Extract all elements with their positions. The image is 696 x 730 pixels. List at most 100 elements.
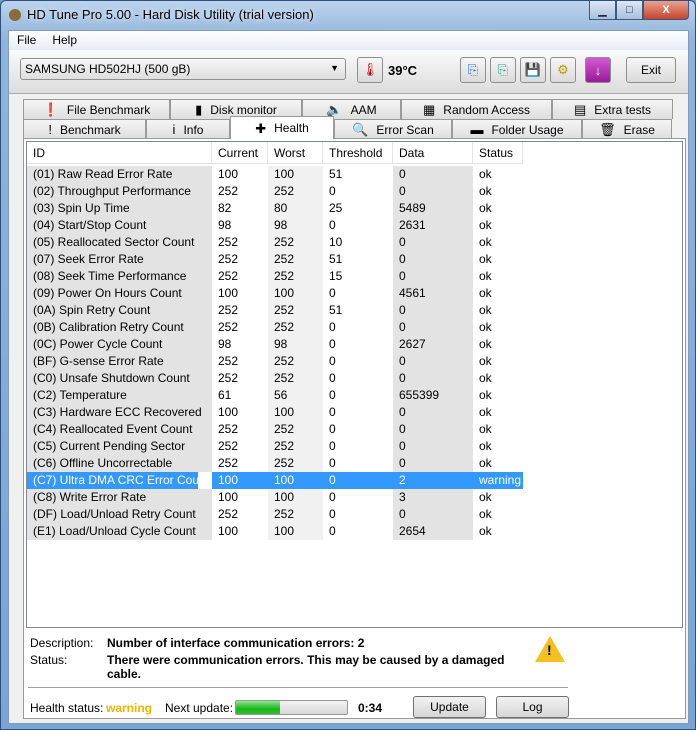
table-row[interactable]: (04) Start/Stop Count 98 98 0 2631 ok [27, 217, 523, 234]
table-row[interactable]: (C5) Current Pending Sector 252 252 0 0 ok [27, 438, 523, 455]
col-worst[interactable]: Worst [268, 142, 323, 164]
divider [28, 687, 568, 688]
smart-table[interactable]: ID Current Worst Threshold Data Status (… [26, 141, 683, 628]
col-threshold[interactable]: Threshold [323, 142, 393, 164]
tab-folder-usage[interactable]: ▬ Folder Usage [452, 119, 582, 139]
cell-current: 82 [218, 201, 232, 215]
cell-worst: 98 [268, 336, 323, 353]
minimize-button[interactable]: ▁ [589, 1, 616, 20]
cell-threshold: 0 [329, 507, 336, 521]
cell-threshold: 0 [329, 286, 336, 300]
tab-erase[interactable]: 🗑 Erase [582, 119, 672, 139]
cell-status: ok [479, 405, 492, 419]
tab-error-scan[interactable]: 🔍 Error Scan [334, 119, 452, 139]
table-row[interactable]: (E1) Load/Unload Cycle Count 100 100 0 2654 o… [27, 523, 523, 540]
table-row[interactable]: (03) Spin Up Time 82 80 25 5489 ok [27, 200, 523, 217]
tab-label: Error Scan [376, 122, 434, 137]
tab-label: Extra tests [594, 102, 651, 117]
cell-current: 252 [218, 303, 239, 317]
table-row[interactable]: (C3) Hardware ECC Recovered 100 100 0 0 ok [27, 404, 523, 421]
tab-label: Health [274, 121, 309, 135]
cell-data: 0 [393, 268, 473, 285]
col-data[interactable]: Data [393, 142, 473, 164]
cell-current: 100 [218, 490, 239, 504]
table-row[interactable]: (0A) Spin Retry Count 252 252 51 0 ok [27, 302, 523, 319]
cell-id: (C5) Current Pending Sector [27, 438, 212, 455]
tab-health[interactable]: ✚ Health [230, 116, 334, 139]
cell-data: 2 [393, 472, 473, 489]
tab-benchmark[interactable]: ! Benchmark [23, 119, 146, 139]
tab-random-access[interactable]: ▦ Random Access [401, 99, 552, 119]
cell-data: 5489 [393, 200, 473, 217]
cell-worst: 252 [268, 234, 323, 251]
col-id[interactable]: ID [27, 142, 212, 164]
cell-id: (07) Seek Error Rate [27, 251, 212, 268]
table-row[interactable]: (C7) Ultra DMA CRC Error Count 100 100 0 2 wa… [27, 472, 523, 489]
cell-id: (04) Start/Stop Count [27, 217, 212, 234]
col-status[interactable]: Status [473, 142, 523, 164]
menu-bar: File Help [9, 31, 688, 50]
cell-id: (01) Raw Read Error Rate [27, 166, 212, 183]
table-row[interactable]: (01) Raw Read Error Rate 100 100 51 0 ok [27, 166, 523, 183]
cell-data: 0 [393, 166, 473, 183]
cell-data: 3 [393, 489, 473, 506]
table-row[interactable]: (08) Seek Time Performance 252 252 15 0 ok [27, 268, 523, 285]
table-row[interactable]: (C8) Write Error Rate 100 100 0 3 ok [27, 489, 523, 506]
table-row[interactable]: (C6) Offline Uncorrectable 252 252 0 0 ok [27, 455, 523, 472]
cell-threshold: 0 [329, 371, 336, 385]
cell-worst: 252 [268, 438, 323, 455]
download-button[interactable]: ↓ [585, 57, 611, 83]
update-button[interactable]: Update [413, 696, 486, 718]
table-row[interactable]: (02) Throughput Performance 252 252 0 0 ok [27, 183, 523, 200]
table-row[interactable]: (0B) Calibration Retry Count 252 252 0 0 ok [27, 319, 523, 336]
drive-select[interactable]: SAMSUNG HD502HJ (500 gB) ▼ [20, 58, 346, 80]
log-button[interactable]: Log [496, 696, 569, 718]
cell-worst: 98 [268, 217, 323, 234]
cell-worst: 100 [268, 489, 323, 506]
random-access-icon: ▦ [422, 102, 436, 117]
options-button[interactable]: ⚙ [550, 57, 576, 83]
tab-info[interactable]: i Info [146, 119, 230, 139]
cell-status: ok [479, 235, 492, 249]
cell-current: 252 [218, 507, 239, 521]
cell-id: (03) Spin Up Time [27, 200, 212, 217]
cell-worst: 100 [268, 166, 323, 183]
save-button[interactable]: 💾 [520, 57, 546, 83]
table-row[interactable]: (07) Seek Error Rate 252 252 51 0 ok [27, 251, 523, 268]
copy-screenshot-button[interactable]: ⎘ [490, 57, 516, 83]
table-row[interactable]: (C2) Temperature 61 56 0 655399 ok [27, 387, 523, 404]
cell-worst: 100 [268, 523, 323, 540]
cell-id: (05) Reallocated Sector Count [27, 234, 212, 251]
speaker-icon: 🔈 [326, 102, 343, 117]
cell-threshold: 0 [329, 456, 336, 470]
table-row[interactable]: (C0) Unsafe Shutdown Count 252 252 0 0 ok [27, 370, 523, 387]
col-current[interactable]: Current [212, 142, 268, 164]
cell-current: 100 [218, 524, 239, 538]
tab-extra-tests[interactable]: ▤ Extra tests [552, 99, 673, 119]
cell-worst: 100 [268, 472, 323, 489]
status-label: Status: [30, 653, 68, 667]
close-button[interactable]: X [643, 1, 689, 20]
exit-button[interactable]: Exit [626, 57, 676, 83]
table-row[interactable]: (0C) Power Cycle Count 98 98 0 2627 ok [27, 336, 523, 353]
table-row[interactable]: (09) Power On Hours Count 100 100 0 4561 ok [27, 285, 523, 302]
table-row[interactable]: (DF) Load/Unload Retry Count 252 252 0 0 ok [27, 506, 523, 523]
health-status-value: warning [106, 701, 153, 715]
tab-label: Benchmark [59, 122, 121, 137]
menu-file[interactable]: File [17, 33, 36, 48]
cell-status: ok [479, 201, 492, 215]
table-row[interactable]: (BF) G-sense Error Rate 252 252 0 0 ok [27, 353, 523, 370]
tab-file-benchmark[interactable]: ❗ File Benchmark [23, 99, 170, 119]
cell-id: (08) Seek Time Performance [27, 268, 212, 285]
cell-id: (C2) Temperature [27, 387, 212, 404]
maximize-button[interactable]: □ [616, 1, 643, 20]
cell-threshold: 0 [329, 422, 336, 436]
cell-threshold: 51 [329, 303, 343, 317]
table-row[interactable]: (C4) Reallocated Event Count 252 252 0 0 ok [27, 421, 523, 438]
cell-data: 0 [393, 438, 473, 455]
table-row[interactable]: (05) Reallocated Sector Count 252 252 10 0 ok [27, 234, 523, 251]
info-icon: i [172, 122, 176, 137]
copy-text-button[interactable]: ⎘ [460, 57, 486, 83]
menu-help[interactable]: Help [52, 33, 77, 48]
cell-id: (BF) G-sense Error Rate [27, 353, 212, 370]
